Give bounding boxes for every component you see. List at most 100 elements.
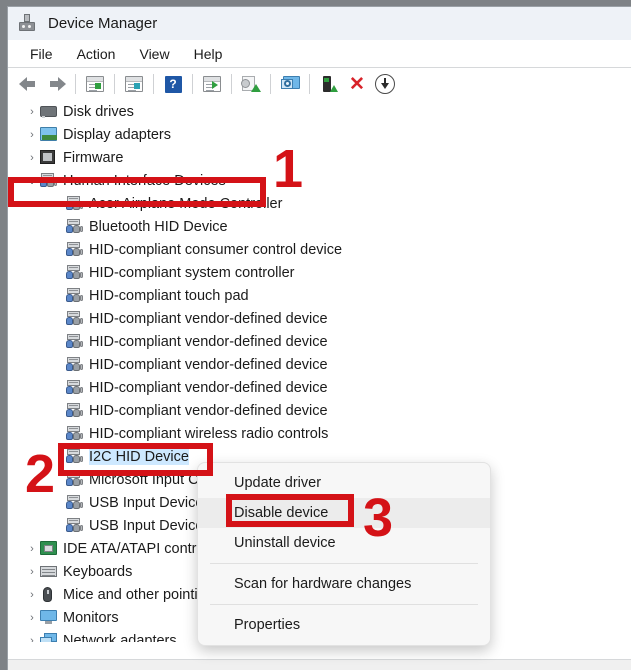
keyboards-icon [40,564,57,580]
hid-icon [66,356,83,373]
tree-row-label: HID-compliant vendor-defined device [89,379,328,396]
menu-item-help[interactable]: Help [182,40,235,68]
tree-row[interactable]: HID-compliant touch pad [8,284,631,307]
toolbar-separator [153,74,154,94]
help-icon[interactable]: ? [159,71,187,97]
chevron-icon[interactable]: › [24,635,40,643]
back-icon[interactable] [14,71,42,97]
toolbar-separator [309,74,310,94]
title-bar: Device Manager [8,7,631,40]
tree-row-label: USB Input Device [89,494,204,511]
tree-row[interactable]: Bluetooth HID Device [8,215,631,238]
window-title: Device Manager [48,15,158,32]
annotation-number-2: 2 [25,444,56,504]
tree-row-label: Disk drives [63,103,134,120]
hid-icon [66,241,83,258]
context-menu-item[interactable]: Properties [198,610,490,640]
hid-icon [66,425,83,442]
tree-row[interactable]: › Display adapters [8,123,631,146]
tree-row[interactable]: HID-compliant vendor-defined device [8,307,631,330]
chevron-icon[interactable]: › [24,566,40,578]
show-hidden-devices-icon[interactable] [198,71,226,97]
tree-row-label: Display adapters [63,126,171,143]
scan-hardware-changes-icon[interactable] [237,71,265,97]
tree-row-label: Monitors [63,609,119,626]
annotation-number-1: 1 [273,139,304,199]
firmware-icon [40,149,57,166]
chevron-icon[interactable]: › [24,612,40,624]
tree-row-label: Keyboards [63,563,133,580]
mouse-icon [40,586,57,603]
tree-row-label: HID-compliant vendor-defined device [89,356,328,373]
tree-row-label: HID-compliant vendor-defined device [89,333,328,350]
tree-row-label: HID-compliant vendor-defined device [89,402,328,419]
hid-icon [66,494,83,511]
menu-item-action[interactable]: Action [65,40,128,68]
monitors-icon [40,609,57,626]
update-driver-icon[interactable] [120,71,148,97]
tree-row[interactable]: HID-compliant system controller [8,261,631,284]
annotation-box-2 [58,443,213,476]
toolbar-separator [270,74,271,94]
disable-device-icon[interactable] [371,71,399,97]
device-manager-window: Device Manager File Action View Help ? ✕… [7,6,631,670]
tree-row-label: Bluetooth HID Device [89,218,228,235]
display-icon[interactable] [276,71,304,97]
display-adapters-icon [40,126,57,143]
forward-icon[interactable] [42,71,70,97]
hid-icon [66,402,83,419]
toolbar-separator [192,74,193,94]
hid-icon [66,379,83,396]
hid-icon [66,264,83,281]
tree-row-label: Firmware [63,149,124,166]
tree-row[interactable]: HID-compliant vendor-defined device [8,376,631,399]
chevron-icon[interactable]: › [24,589,40,601]
menu-separator [210,563,478,564]
tree-row-label: USB Input Device [89,517,204,534]
hid-icon [66,287,83,304]
tree-row-label: HID-compliant wireless radio controls [89,425,329,442]
tree-row-label: HID-compliant vendor-defined device [89,310,328,327]
annotation-box-3 [226,494,354,527]
menu-item-view[interactable]: View [127,40,181,68]
tree-row[interactable]: HID-compliant consumer control device [8,238,631,261]
tree-row[interactable]: HID-compliant vendor-defined device [8,330,631,353]
uninstall-device-icon[interactable]: ✕ [343,71,371,97]
tree-row-label: HID-compliant consumer control device [89,241,343,258]
hid-icon [66,310,83,327]
toolbar-separator [231,74,232,94]
chevron-icon[interactable]: › [24,152,40,164]
tree-row[interactable]: HID-compliant vendor-defined device [8,399,631,422]
ide-controllers-icon [40,540,57,557]
context-menu-item[interactable]: Uninstall device [198,528,490,558]
tree-row-label: HID-compliant touch pad [89,287,249,304]
enable-device-icon[interactable] [315,71,343,97]
context-menu[interactable]: Update driver Disable device Uninstall dev… [197,462,491,646]
menu-item-file[interactable]: File [18,40,65,68]
menu-bar: File Action View Help [8,40,631,68]
tree-row[interactable]: › Disk drives [8,100,631,123]
chevron-icon[interactable]: › [24,543,40,555]
hid-icon [66,517,83,534]
tree-row-label: HID-compliant system controller [89,264,295,281]
device-manager-icon [18,13,38,34]
status-bar [8,659,631,670]
toolbar: ? ✕ [8,68,631,100]
tree-row[interactable]: › Firmware [8,146,631,169]
tree-row-label: Network adapters [63,632,177,643]
toolbar-separator [114,74,115,94]
chevron-icon[interactable]: › [24,106,40,118]
properties-icon[interactable] [81,71,109,97]
annotation-box-1 [8,177,266,207]
toolbar-separator [75,74,76,94]
context-menu-item[interactable]: Scan for hardware changes [198,569,490,599]
tree-row[interactable]: HID-compliant vendor-defined device [8,353,631,376]
network-adapters-icon [40,632,57,642]
menu-separator [210,604,478,605]
annotation-number-3: 3 [363,488,394,548]
chevron-icon[interactable]: › [24,129,40,141]
tree-row[interactable]: HID-compliant wireless radio controls [8,422,631,445]
hid-icon [66,218,83,235]
disk-drives-icon [40,104,57,120]
hid-icon [66,333,83,350]
